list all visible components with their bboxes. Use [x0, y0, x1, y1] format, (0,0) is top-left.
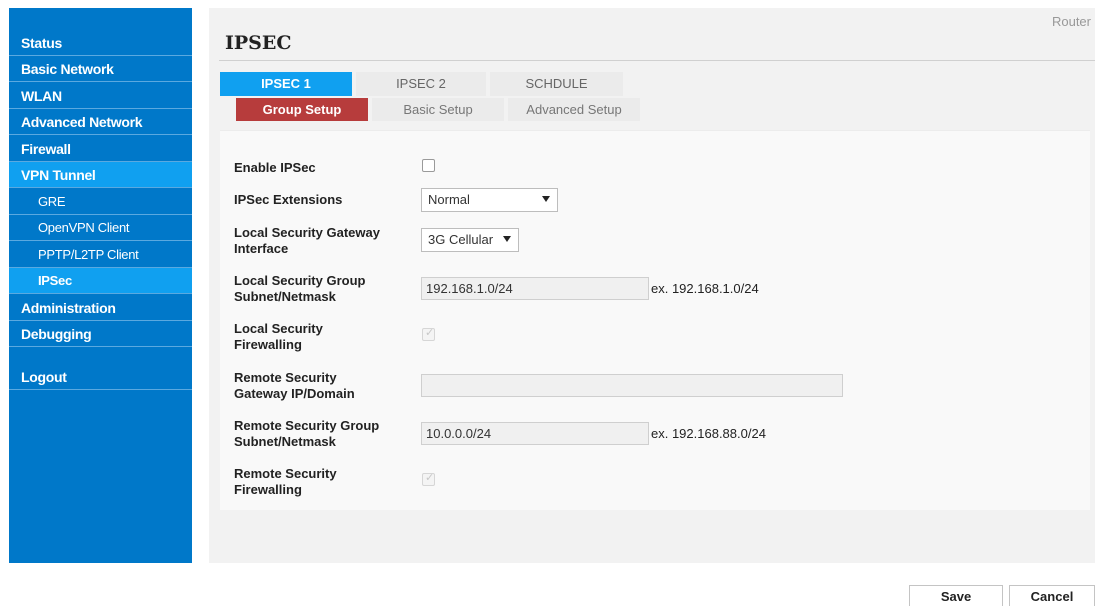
- label-line: Firewalling: [234, 337, 302, 352]
- sidebar-subitem-openvpn-client[interactable]: OpenVPN Client: [9, 215, 192, 241]
- label-line: Remote Security Group: [234, 418, 380, 433]
- local-gateway-interface-label: Local Security Gateway Interface: [234, 225, 414, 257]
- local-subnet-label: Local Security Group Subnet/Netmask: [234, 273, 414, 305]
- label-line: Local Security: [234, 321, 323, 336]
- chevron-down-icon: [542, 196, 550, 202]
- local-firewalling-checkbox[interactable]: ✓: [422, 327, 435, 341]
- remote-subnet-input[interactable]: [421, 422, 649, 445]
- enable-ipsec-label: Enable IPSec: [234, 160, 316, 175]
- remote-subnet-hint: ex. 192.168.88.0/24: [651, 426, 766, 441]
- main-panel: Router IPSEC IPSEC 1 IPSEC 2 SCHDULE Gro…: [209, 8, 1095, 563]
- ipsec-extensions-select[interactable]: Normal: [421, 188, 558, 212]
- sidebar-subitem-gre[interactable]: GRE: [9, 189, 192, 215]
- tab-ipsec-2[interactable]: IPSEC 2: [356, 72, 486, 96]
- sidebar-item-advanced-network[interactable]: Advanced Network: [9, 109, 192, 135]
- ipsec-extensions-label: IPSec Extensions: [234, 192, 343, 207]
- sidebar-item-debugging[interactable]: Debugging: [9, 321, 192, 347]
- label-line: Interface: [234, 241, 289, 256]
- label-line: Remote Security: [234, 466, 337, 481]
- page-title: IPSEC: [225, 32, 292, 54]
- remote-gateway-label: Remote Security Gateway IP/Domain: [234, 370, 414, 402]
- sidebar-subitem-pptp-l2tp-client[interactable]: PPTP/L2TP Client: [9, 242, 192, 268]
- sidebar-item-status[interactable]: Status: [9, 30, 192, 56]
- sidebar-item-firewall[interactable]: Firewall: [9, 136, 192, 162]
- title-divider: [219, 60, 1095, 61]
- local-gateway-interface-select[interactable]: 3G Cellular: [421, 228, 519, 252]
- ipsec-extensions-value: Normal: [428, 192, 470, 207]
- sidebar-nav: Status Basic Network WLAN Advanced Netwo…: [9, 8, 192, 563]
- save-button[interactable]: Save: [909, 585, 1003, 606]
- label-line: Subnet/Netmask: [234, 434, 336, 449]
- subtab-advanced-setup[interactable]: Advanced Setup: [508, 98, 640, 121]
- label-line: Gateway IP/Domain: [234, 386, 355, 401]
- local-gateway-interface-value: 3G Cellular: [428, 232, 494, 247]
- sidebar-item-basic-network[interactable]: Basic Network: [9, 56, 192, 82]
- local-subnet-hint: ex. 192.168.1.0/24: [651, 281, 759, 296]
- local-firewalling-label: Local Security Firewalling: [234, 321, 414, 353]
- router-label: Router: [1051, 14, 1091, 29]
- remote-gateway-input[interactable]: [421, 374, 843, 397]
- group-setup-form: Enable IPSec IPSec Extensions Normal Loc…: [220, 130, 1090, 510]
- enable-ipsec-checkbox[interactable]: [422, 159, 435, 172]
- tab-schdule[interactable]: SCHDULE: [490, 72, 623, 96]
- checkmark-icon: ✓: [425, 472, 435, 484]
- router-admin-page: Status Basic Network WLAN Advanced Netwo…: [0, 0, 1095, 606]
- sidebar-item-logout[interactable]: Logout: [9, 364, 192, 390]
- cancel-button[interactable]: Cancel: [1009, 585, 1095, 606]
- tab-ipsec-1[interactable]: IPSEC 1: [220, 72, 352, 96]
- sidebar-item-administration[interactable]: Administration: [9, 295, 192, 321]
- sidebar-item-wlan[interactable]: WLAN: [9, 83, 192, 109]
- label-line: Local Security Group: [234, 273, 366, 288]
- sidebar-subitem-ipsec[interactable]: IPSec: [9, 268, 192, 294]
- label-line: Local Security Gateway: [234, 225, 380, 240]
- label-line: Firewalling: [234, 482, 302, 497]
- subtab-basic-setup[interactable]: Basic Setup: [372, 98, 504, 121]
- remote-firewalling-checkbox[interactable]: ✓: [422, 472, 435, 486]
- remote-subnet-label: Remote Security Group Subnet/Netmask: [234, 418, 414, 450]
- sidebar-item-vpn-tunnel[interactable]: VPN Tunnel: [9, 162, 192, 188]
- local-subnet-input[interactable]: [421, 277, 649, 300]
- checkmark-icon: ✓: [425, 327, 435, 339]
- remote-firewalling-label: Remote Security Firewalling: [234, 466, 414, 498]
- label-line: Subnet/Netmask: [234, 289, 336, 304]
- label-line: Remote Security: [234, 370, 337, 385]
- subtab-group-setup[interactable]: Group Setup: [236, 98, 368, 121]
- chevron-down-icon: [503, 236, 511, 242]
